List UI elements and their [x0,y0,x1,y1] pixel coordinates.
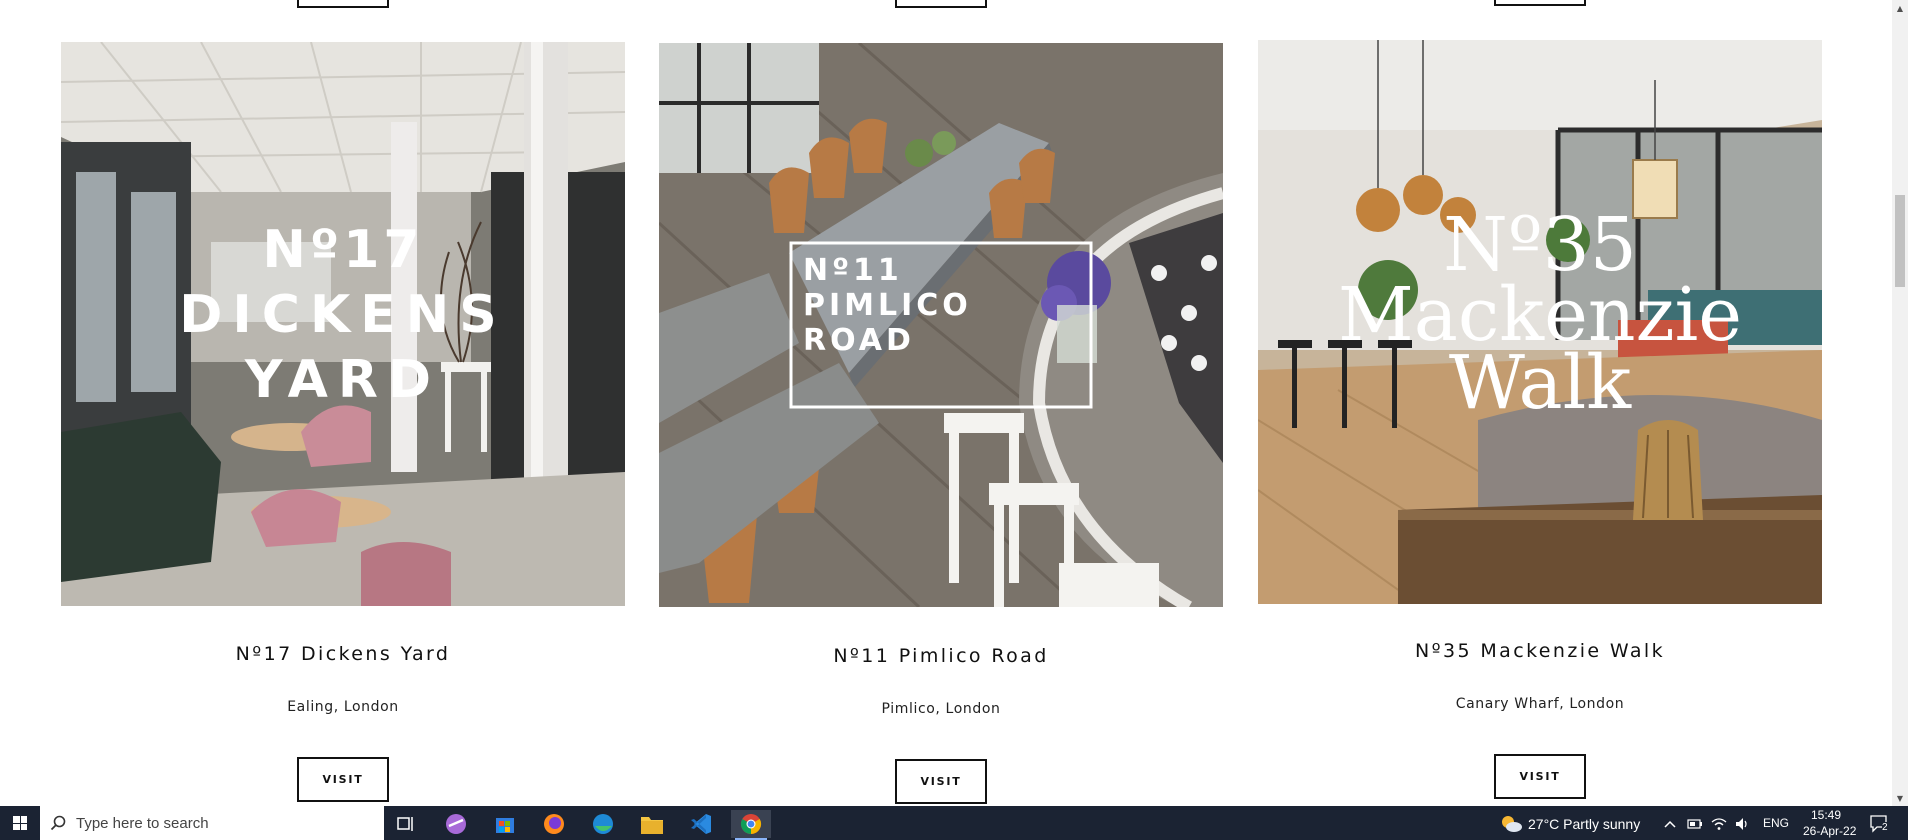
notification-center-icon[interactable]: 2 [1866,810,1894,838]
scroll-down-arrow-icon[interactable]: ▼ [1892,790,1908,806]
show-hidden-icons-chevron-icon[interactable] [1660,810,1680,838]
visit-button[interactable]: VISIT [297,757,389,802]
venue-photo[interactable]: Nº17 DICKENS YARD [61,42,625,606]
clock-time[interactable]: 15:49 [1811,808,1841,822]
wifi-icon[interactable] [1709,810,1729,838]
chrome-icon[interactable] [731,810,771,840]
previous-row-button[interactable] [895,0,987,8]
scroll-thumb[interactable] [1895,195,1905,287]
venue-location: Ealing, London [287,699,399,715]
venue-location: Pimlico, London [881,701,1001,717]
file-explorer-icon[interactable] [632,810,672,838]
venue-location: Canary Wharf, London [1455,696,1625,712]
overlay-line-3: Walk [1449,340,1632,426]
language-indicator[interactable]: ENG [1763,816,1789,830]
clock-date[interactable]: 26-Apr-22 [1803,824,1856,838]
previous-row-button[interactable] [1494,0,1586,6]
scroll-up-arrow-icon[interactable]: ▲ [1892,0,1908,16]
start-button[interactable] [0,806,40,840]
venue-photo[interactable]: Nº35 Mackenzie Walk [1258,40,1822,604]
vscode-icon[interactable] [681,810,721,838]
notification-count-badge: 2 [1882,822,1888,833]
overlay-line-1: Nº17 [262,220,423,280]
overlay-line-3: YARD [244,350,441,410]
venue-title: Nº11 Pimlico Road [833,645,1049,667]
overlay-line-3: ROAD [803,323,915,358]
visit-button[interactable]: VISIT [1494,754,1586,799]
overlay-line-2: DICKENS [179,285,506,345]
weather-icon[interactable] [1498,810,1524,838]
search-icon [40,815,76,831]
edge-icon[interactable] [583,810,623,838]
taskbar: Type here to search 27°C Partly sunny EN… [0,806,1908,840]
windows-logo-icon [13,816,27,830]
weather-text[interactable]: 27°C Partly sunny [1528,816,1640,832]
venue-title: Nº35 Mackenzie Walk [1415,640,1665,662]
firefox-icon[interactable] [534,810,574,838]
volume-icon[interactable] [1733,810,1753,838]
battery-icon[interactable] [1685,810,1705,838]
taskbar-search-box[interactable]: Type here to search [40,806,384,840]
task-view-icon[interactable] [386,810,426,838]
visit-button[interactable]: VISIT [895,759,987,804]
overlay-line-1: Nº11 [803,253,903,288]
search-placeholder: Type here to search [76,814,209,832]
overlay-line-2: PIMLICO [803,288,972,323]
vertical-scrollbar[interactable]: ▲ ▼ [1892,0,1908,806]
snipping-tool-icon[interactable] [436,810,476,838]
microsoft-store-icon[interactable] [485,810,525,838]
previous-row-button[interactable] [297,0,389,8]
venue-title: Nº17 Dickens Yard [235,643,451,665]
venue-photo[interactable]: Nº11 PIMLICO ROAD [659,43,1223,607]
web-page: Nº17 DICKENS YARD Nº17 Dickens Yard Eali… [0,0,1892,806]
